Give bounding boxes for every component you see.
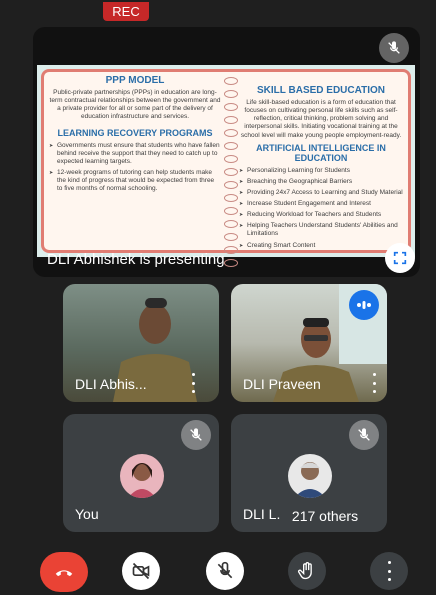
more-vert-icon[interactable] [190,373,196,393]
participant-name: DLI Praveen [243,376,321,392]
slide-left-page: PPP MODEL Public-private partnerships (P… [49,75,221,247]
recording-badge: REC [103,2,149,21]
slide-heading: ARTIFICIAL INTELLIGENCE IN EDUCATION [256,142,386,163]
slide-bullet: 12-week programs of tutoring can help st… [49,169,221,193]
participant-tile[interactable]: DLI Praveen [231,284,387,402]
slide-right-page: SKILL BASED EDUCATION Life skill-based e… [239,75,403,250]
slide-heading: SKILL BASED EDUCATION [257,85,385,96]
others-count-badge[interactable]: 217 others [280,502,370,530]
shared-slide: PPP MODEL Public-private partnerships (P… [37,65,415,267]
slide-paragraph: Life skill-based education is a form of … [240,99,402,139]
slide-bullet: Helping Teachers Understand Students' Ab… [239,222,403,238]
avatar [288,454,332,498]
slide-paragraph: Public-private partnerships (PPPs) in ed… [49,89,221,121]
fullscreen-icon [393,251,407,265]
slide-bullet: Personalizing Learning for Students [239,167,403,175]
participant-name: You [75,506,99,522]
slide-bullet: Governments must ensure that students wh… [49,142,221,166]
mic-off-icon [217,561,233,579]
more-vert-icon[interactable] [371,373,377,393]
camera-toggle-button[interactable] [122,552,160,590]
speaking-indicator [349,290,379,320]
slide-bullet: Breaching the Geographical Barriers [239,178,403,186]
presenter-label: DLI Abhishek is presenting [47,251,225,268]
camera-off-icon [132,562,150,580]
mic-off-icon [181,420,211,450]
slide-heading: PPP MODEL [105,75,165,86]
slide-bullet: Providing 24x7 Access to Learning and St… [239,189,403,197]
mic-off-icon [349,420,379,450]
slide-bullet: Reducing Workload for Teachers and Stude… [239,211,403,219]
presentation-tile[interactable]: PPP MODEL Public-private partnerships (P… [33,27,420,277]
phone-hangup-icon [55,570,73,577]
end-call-button[interactable] [40,552,88,592]
fullscreen-button[interactable] [385,243,415,273]
raise-hand-button[interactable] [288,552,326,590]
avatar [120,454,164,498]
participant-name: DLI Abhis... [75,376,147,392]
slide-bullet: Increase Student Engagement and Interest [239,200,403,208]
slide-heading: LEARNING RECOVERY PROGRAMS [57,127,213,138]
raise-hand-icon [297,562,312,580]
notebook-spiral [224,77,238,267]
more-vert-icon [386,561,392,581]
slide-bullet: Creating Smart Content [239,242,403,250]
mic-toggle-button[interactable] [206,552,244,590]
participant-tile[interactable]: DLI Abhis... [63,284,219,402]
participant-tile-self[interactable]: You [63,414,219,532]
more-options-button[interactable] [370,552,408,590]
mic-off-icon [379,33,409,63]
